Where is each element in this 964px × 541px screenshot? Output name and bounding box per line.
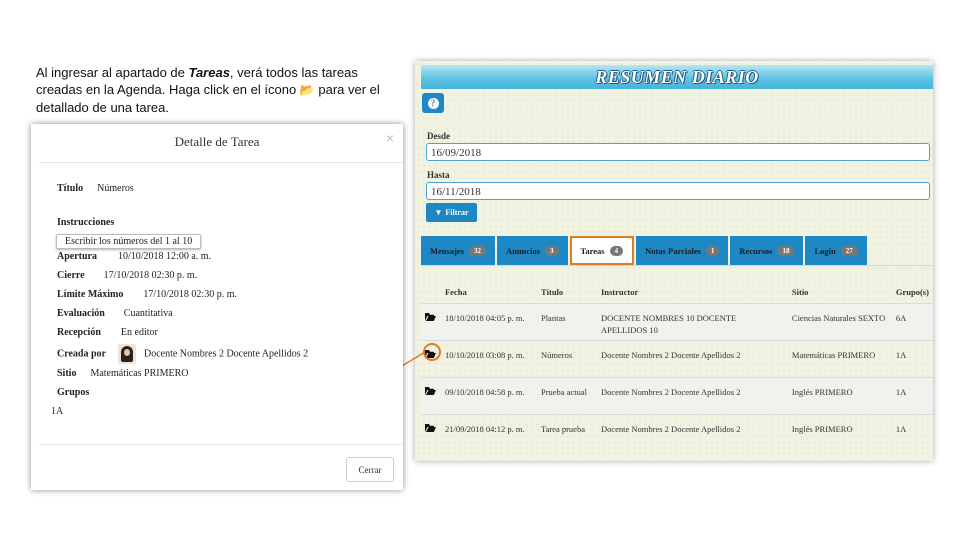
- close-icon[interactable]: ×: [386, 130, 394, 146]
- recepcion-label: Recepción: [57, 327, 101, 338]
- sitio-value: Matemáticas PRIMERO: [90, 368, 189, 379]
- cierre-value: 17/10/2018 02:30 p. m.: [103, 270, 198, 281]
- creada-value: Docente Nombres 2 Docente Apellidos 2: [143, 348, 309, 360]
- creada-row: Creada por Docente Nombres 2 Docente Apel…: [57, 344, 308, 364]
- evaluacion-label: Evaluación: [57, 308, 105, 319]
- evaluacion-row: Evaluación Cuantitativa: [57, 308, 173, 319]
- recepcion-row: Recepción En editor: [57, 327, 158, 338]
- recepcion-value: En editor: [120, 327, 158, 338]
- titulo-row: Título Números: [57, 183, 134, 194]
- modal-title: Detalle de Tarea: [174, 134, 260, 149]
- modal-header-divider: [39, 162, 403, 163]
- grupos-row: Grupos: [57, 387, 89, 398]
- instrucciones-value: Escribir los números del 1 al 10: [56, 234, 202, 249]
- modal-footer-divider: [39, 444, 403, 445]
- limite-label: Límite Máximo: [57, 289, 124, 300]
- titulo-value: Números: [97, 183, 134, 194]
- grupos-label: Grupos: [57, 387, 90, 398]
- evaluacion-value: Cuantitativa: [123, 308, 173, 319]
- cerrar-button[interactable]: Cerrar: [346, 457, 394, 482]
- cierre-label: Cierre: [57, 270, 85, 281]
- apertura-row: Apertura 10/10/2018 12:00 a. m.: [57, 251, 211, 262]
- instrucciones-row: Instrucciones: [57, 217, 114, 228]
- avatar: [117, 344, 136, 364]
- creada-label: Creada por: [57, 348, 106, 360]
- limite-value: 17/10/2018 02:30 p. m.: [143, 289, 237, 300]
- sitio-label: Sitio: [57, 368, 77, 379]
- task-detail-modal: Detalle de Tarea × Título Números Instruc…: [31, 124, 403, 490]
- titulo-label: Título: [57, 183, 84, 194]
- sitio-row: Sitio Matemáticas PRIMERO: [57, 368, 189, 379]
- grupos-value: 1A: [51, 406, 64, 417]
- limite-row: Límite Máximo 17/10/2018 02:30 p. m.: [57, 289, 237, 300]
- apertura-label: Apertura: [57, 251, 97, 262]
- apertura-value: 10/10/2018 12:00 a. m.: [118, 251, 212, 262]
- instrucciones-label: Instrucciones: [57, 217, 115, 228]
- cierre-row: Cierre 17/10/2018 02:30 p. m.: [57, 270, 197, 281]
